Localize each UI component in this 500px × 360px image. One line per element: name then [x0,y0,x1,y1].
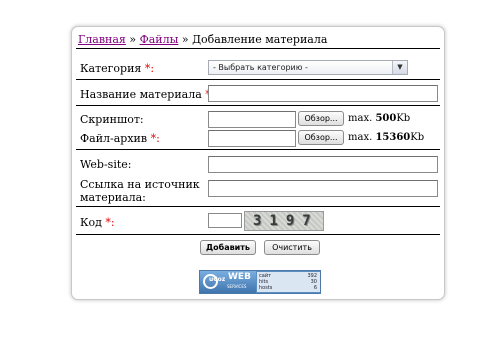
submit-button[interactable]: Добавить [200,240,256,255]
divider [76,48,440,49]
divider [76,149,440,150]
source-label: Ссылка на источник материала: [80,178,200,204]
captcha-input[interactable] [208,213,242,228]
chevron-down-icon: ▼ [392,61,407,74]
archive-browse-button[interactable]: Обзор... [298,130,344,145]
screenshot-size-limit: max. 500Kb [348,113,411,124]
screenshot-label: Скриншот: [80,113,144,126]
divider [76,79,440,80]
screenshot-file-input[interactable] [208,111,296,128]
archive-label: Файл-архив *: [80,132,160,145]
ucoz-logo: uCoz WEB SERVICES [200,271,256,293]
counter-row: hosts 6 [259,285,317,291]
ucoz-counter-badge[interactable]: uCoz WEB SERVICES сайт 392 hits 30 hosts 6 [199,270,321,294]
breadcrumb-separator: » [181,33,189,46]
breadcrumb-current: Добавление материала [192,33,328,46]
add-material-panel: Главная » Файлы » Добавление материала К… [71,26,445,300]
source-link-input[interactable] [208,180,438,197]
category-select-value: - Выбрать категорию - [213,63,308,72]
divider [76,234,440,235]
required-mark: *: [105,216,115,229]
required-mark: *: [144,62,155,75]
counter-stats: сайт 392 hits 30 hosts 6 [257,272,320,292]
breadcrumb-files-link[interactable]: Файлы [140,33,179,46]
breadcrumb: Главная » Файлы » Добавление материала [78,33,327,46]
divider [76,105,440,106]
ucoz-services-text: SERVICES [227,284,247,289]
category-label: Категория *: [80,62,155,75]
breadcrumb-separator: » [129,33,137,46]
title-label: Название материала *: [80,88,214,101]
code-label: Код *: [80,216,115,229]
title-input[interactable] [208,85,438,102]
screenshot-browse-button[interactable]: Обзор... [298,111,344,126]
website-input[interactable] [208,156,438,173]
ucoz-brand: uCoz [209,276,226,283]
archive-size-limit: max. 15360Kb [348,132,425,143]
reset-button[interactable]: Очистить [264,240,320,255]
breadcrumb-home-link[interactable]: Главная [78,33,126,46]
ucoz-web-text: WEB [228,272,251,282]
divider [76,206,440,207]
archive-file-input[interactable] [208,130,296,147]
captcha-image: 3197 [244,211,324,231]
required-mark: *: [150,132,160,145]
category-select[interactable]: - Выбрать категорию - ▼ [208,60,408,75]
website-label: Web-site: [80,158,132,171]
